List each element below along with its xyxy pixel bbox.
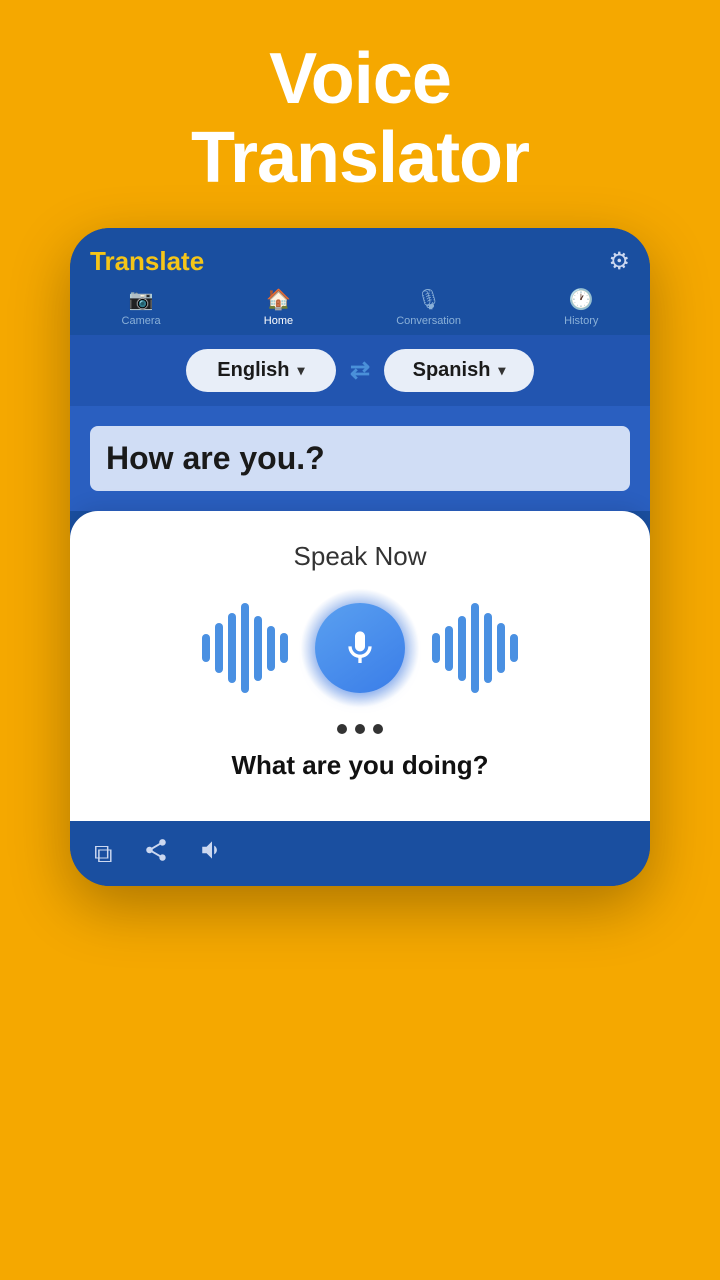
nav-item-home[interactable]: 🏠 Home: [264, 287, 293, 327]
target-language-label: Spanish: [413, 359, 491, 382]
app-header: Translate ⚙: [70, 228, 650, 277]
wave-bar: [241, 603, 249, 693]
wave-bar: [458, 616, 466, 681]
mic-button[interactable]: [315, 603, 405, 693]
wave-bar: [202, 634, 210, 662]
history-icon: 🕐: [569, 287, 594, 312]
wave-bar: [497, 623, 505, 673]
microphone-icon: [340, 628, 380, 668]
translation-area: How are you.?: [70, 406, 650, 511]
speak-now-label: Speak Now: [294, 541, 427, 572]
nav-item-camera[interactable]: 📷 Camera: [122, 287, 161, 327]
wave-bar: [215, 623, 223, 673]
copy-icon[interactable]: ⧉: [94, 838, 113, 870]
wave-bar: [484, 613, 492, 683]
speak-now-modal: Speak Now: [70, 511, 650, 821]
source-language-dropdown-icon: ▾: [298, 362, 305, 379]
source-text: How are you.?: [90, 426, 630, 491]
sound-icon[interactable]: [199, 837, 225, 870]
share-icon[interactable]: [143, 837, 169, 870]
nav-label-home: Home: [264, 315, 293, 327]
target-language-dropdown-icon: ▾: [498, 362, 505, 379]
mic-button-container: [300, 588, 420, 708]
action-bar: ⧉: [70, 821, 650, 886]
camera-icon: 📷: [129, 287, 154, 312]
app-title-line1: Voice: [269, 39, 451, 119]
wave-bar: [445, 626, 453, 671]
app-title-line2: Translator: [191, 118, 529, 198]
wave-bar: [280, 633, 288, 663]
home-icon: 🏠: [266, 287, 291, 312]
source-language-button[interactable]: English ▾: [186, 349, 336, 392]
wave-bar: [471, 603, 479, 693]
wave-bar: [267, 626, 275, 671]
wave-bar: [228, 613, 236, 683]
wave-bar: [510, 634, 518, 662]
waveform-right: [432, 603, 518, 693]
app-header-title: Translate: [90, 246, 204, 277]
nav-label-camera: Camera: [122, 315, 161, 327]
nav-item-history[interactable]: 🕐 History: [564, 287, 598, 327]
nav-item-conversation[interactable]: 🎙 Conversation: [396, 287, 461, 327]
wave-bar: [432, 633, 440, 663]
settings-icon[interactable]: ⚙: [608, 247, 630, 276]
dot-3: [373, 724, 383, 734]
swap-languages-icon[interactable]: ⇄: [350, 356, 370, 385]
conversation-icon: 🎙: [416, 287, 441, 312]
language-selector-row: English ▾ ⇄ Spanish ▾: [70, 335, 650, 406]
source-language-label: English: [217, 359, 289, 382]
nav-bar: 📷 Camera 🏠 Home 🎙 Conversation 🕐 History: [70, 277, 650, 335]
dot-1: [337, 724, 347, 734]
app-title: Voice Translator: [191, 40, 529, 198]
nav-label-history: History: [564, 315, 598, 327]
translated-text: What are you doing?: [231, 750, 488, 781]
mic-row: [100, 588, 620, 708]
listening-dots: [337, 724, 383, 734]
dot-2: [355, 724, 365, 734]
wave-bar: [254, 616, 262, 681]
phone-mockup: Translate ⚙ 📷 Camera 🏠 Home 🎙 Conversati…: [70, 228, 650, 886]
target-language-button[interactable]: Spanish ▾: [384, 349, 534, 392]
waveform-left: [202, 603, 288, 693]
nav-label-conversation: Conversation: [396, 315, 461, 327]
